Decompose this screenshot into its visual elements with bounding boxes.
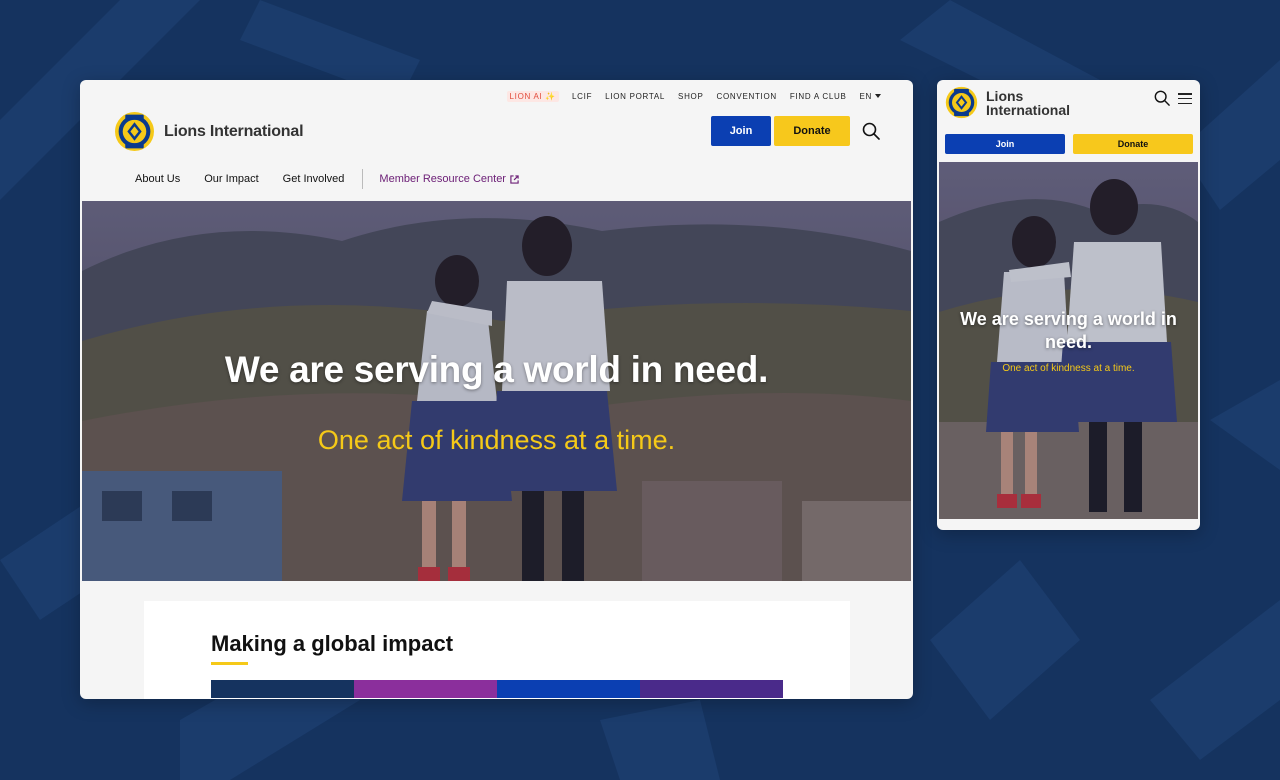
brand-name: Lions International [164, 122, 304, 140]
hero-tagline: One act of kindness at a time. [317, 425, 676, 455]
language-label: EN [859, 91, 872, 101]
impact-section: Making a global impact [144, 601, 850, 699]
utility-link-find-a-club[interactable]: FIND A CLUB [790, 92, 847, 101]
join-button[interactable]: Join [711, 116, 771, 146]
lions-emblem-icon [945, 86, 978, 119]
mobile-hero-headline: We are serving a world in need. [960, 309, 1177, 352]
utility-link-lion-portal[interactable]: LION PORTAL [605, 92, 665, 101]
nav-item-get-involved[interactable]: Get Involved [283, 173, 345, 185]
member-resource-center-label: Member Resource Center [379, 173, 506, 185]
mobile-brand-name: Lions International [986, 89, 1086, 117]
mobile-hero-banner: We are serving a world in need. One act … [939, 162, 1198, 519]
impact-bar-segment [354, 680, 497, 698]
utility-link-lcif[interactable]: LCIF [572, 92, 592, 101]
site-logo[interactable]: Lions International [114, 111, 304, 152]
nav-divider [362, 169, 364, 189]
hero-banner: We are serving a world in need. One act … [82, 201, 911, 581]
mobile-search-icon[interactable] [1154, 90, 1170, 106]
donate-button[interactable]: Donate [774, 116, 850, 146]
lions-emblem-icon [115, 112, 154, 151]
mobile-donate-button[interactable]: Donate [1073, 134, 1193, 154]
main-nav: About Us Our Impact Get Involved Member … [135, 169, 519, 189]
impact-title-underline [211, 662, 248, 665]
caret-down-icon [875, 94, 881, 98]
desktop-preview: LION AI ✨ LCIF LION PORTAL SHOP CONVENTI… [80, 80, 913, 699]
mobile-join-button[interactable]: Join [945, 134, 1065, 154]
brand-name-line2: International [986, 101, 1071, 118]
mobile-site-logo[interactable]: Lions International [945, 86, 1086, 119]
impact-title: Making a global impact [211, 631, 454, 656]
nav-item-our-impact[interactable]: Our Impact [204, 173, 258, 185]
nav-item-about-us[interactable]: About Us [135, 173, 180, 185]
hero-headline: We are serving a world in need. [224, 349, 769, 390]
search-icon[interactable] [862, 122, 880, 140]
mobile-hero-tagline: One act of kindness at a time. [1002, 363, 1135, 374]
external-link-icon [510, 174, 519, 184]
utility-link-convention[interactable]: CONVENTION [717, 92, 777, 101]
nav-item-member-resource-center[interactable]: Member Resource Center [379, 173, 519, 185]
hamburger-menu-icon[interactable] [1178, 93, 1192, 104]
impact-bar-segment [211, 680, 354, 698]
utility-link-lion-ai[interactable]: LION AI ✨ [506, 90, 560, 102]
mobile-preview: Lions International Join Donate We are s… [937, 80, 1200, 530]
impact-color-bar [211, 680, 783, 698]
impact-bar-segment [497, 680, 640, 698]
utility-link-shop[interactable]: SHOP [678, 92, 703, 101]
language-selector[interactable]: EN [859, 92, 881, 101]
impact-bar-segment [640, 680, 783, 698]
hero-image [82, 201, 911, 581]
utility-nav: LION AI ✨ LCIF LION PORTAL SHOP CONVENTI… [506, 90, 881, 102]
